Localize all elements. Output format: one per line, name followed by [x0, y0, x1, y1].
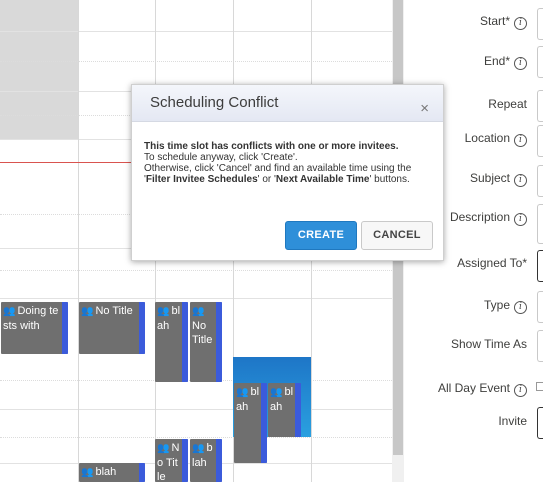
end-input[interactable]	[537, 46, 543, 78]
info-icon[interactable]: i	[514, 174, 527, 187]
info-icon[interactable]: i	[514, 17, 527, 30]
scheduling-conflict-dialog: Scheduling Conflict × This time slot has…	[131, 84, 444, 261]
type-label: Type i	[484, 298, 527, 314]
info-icon[interactable]: i	[514, 134, 527, 147]
event-color-bar	[182, 302, 188, 382]
invite-label: Invite	[498, 414, 527, 428]
event-color-bar	[216, 302, 222, 382]
location-input[interactable]	[537, 125, 543, 157]
create-button[interactable]: CREATE	[285, 221, 357, 250]
grid-line	[0, 298, 392, 299]
calendar-event[interactable]: 👥 Doing tests with	[1, 302, 68, 354]
grid-line	[0, 409, 392, 410]
group-icon: 👥	[192, 443, 205, 454]
info-icon[interactable]: i	[514, 213, 527, 226]
invite-input[interactable]	[537, 407, 543, 439]
dialog-header: Scheduling Conflict ×	[132, 85, 443, 122]
all-day-event-label: All Day Event i	[438, 381, 527, 397]
calendar-event[interactable]: 👥 blah	[79, 463, 145, 482]
grid-line	[0, 61, 392, 62]
all-day-event-checkbox[interactable]	[536, 382, 543, 391]
event-color-bar	[261, 383, 267, 463]
group-icon: 👥	[81, 306, 94, 317]
calendar-event[interactable]: 👥No Title	[155, 439, 188, 482]
assigned-to-input[interactable]	[537, 250, 543, 282]
group-icon: 👥	[3, 306, 16, 317]
start-input[interactable]	[537, 8, 543, 40]
dialog-message: This time slot has conflicts with one or…	[144, 141, 435, 185]
calendar-event[interactable]: 👥 blah	[190, 439, 222, 482]
subject-label: Subject i	[470, 171, 527, 187]
calendar-event[interactable]: 👥 blah	[234, 383, 267, 463]
column-divider	[78, 0, 79, 482]
group-icon: 👥	[81, 467, 94, 478]
event-color-bar	[295, 383, 301, 437]
subject-input[interactable]	[537, 165, 543, 197]
create-hint: To schedule anyway, click 'Create'.	[144, 152, 298, 163]
info-icon[interactable]: i	[514, 384, 527, 397]
event-color-bar	[216, 439, 222, 482]
event-color-bar	[182, 439, 188, 482]
group-icon: 👥	[157, 443, 170, 454]
event-color-bar	[139, 463, 145, 482]
group-icon: 👥	[192, 306, 205, 317]
assigned-to-label: Assigned To*	[457, 256, 527, 270]
type-select[interactable]	[537, 291, 543, 323]
calendar-event[interactable]: 👥 blah	[155, 302, 188, 382]
cancel-button[interactable]: CANCEL	[361, 221, 433, 250]
buttons-hint: 'Filter Invitee Schedules' or 'Next Avai…	[144, 174, 410, 185]
info-icon[interactable]: i	[514, 301, 527, 314]
calendar-event[interactable]: 👥 blah	[268, 383, 301, 437]
show-time-as-label: Show Time As	[450, 337, 527, 351]
show-time-as-select[interactable]	[537, 330, 543, 362]
group-icon: 👥	[270, 387, 283, 398]
calendar-event[interactable]: 👥No Title	[79, 302, 145, 354]
description-label: Description i	[450, 210, 527, 226]
unavailable-block	[0, 0, 78, 139]
event-color-bar	[139, 302, 145, 354]
cancel-hint: Otherwise, click 'Cancel' and find an av…	[144, 163, 412, 174]
repeat-label: Repeat	[488, 97, 527, 111]
dialog-title: Scheduling Conflict	[150, 94, 279, 111]
description-textarea[interactable]	[537, 204, 543, 244]
repeat-select[interactable]	[537, 90, 543, 122]
event-color-bar	[62, 302, 68, 354]
info-icon[interactable]: i	[514, 57, 527, 70]
conflict-message: This time slot has conflicts with one or…	[144, 141, 399, 152]
start-label: Start* i	[480, 14, 527, 30]
grid-line	[0, 31, 392, 32]
grid-line	[0, 270, 392, 271]
location-label: Location i	[465, 131, 527, 147]
group-icon: 👥	[236, 387, 249, 398]
group-icon: 👥	[157, 306, 170, 317]
calendar-event[interactable]: 👥No Title	[190, 302, 222, 382]
grid-line	[0, 437, 392, 438]
close-icon[interactable]: ×	[420, 101, 429, 116]
end-label: End* i	[484, 54, 527, 70]
